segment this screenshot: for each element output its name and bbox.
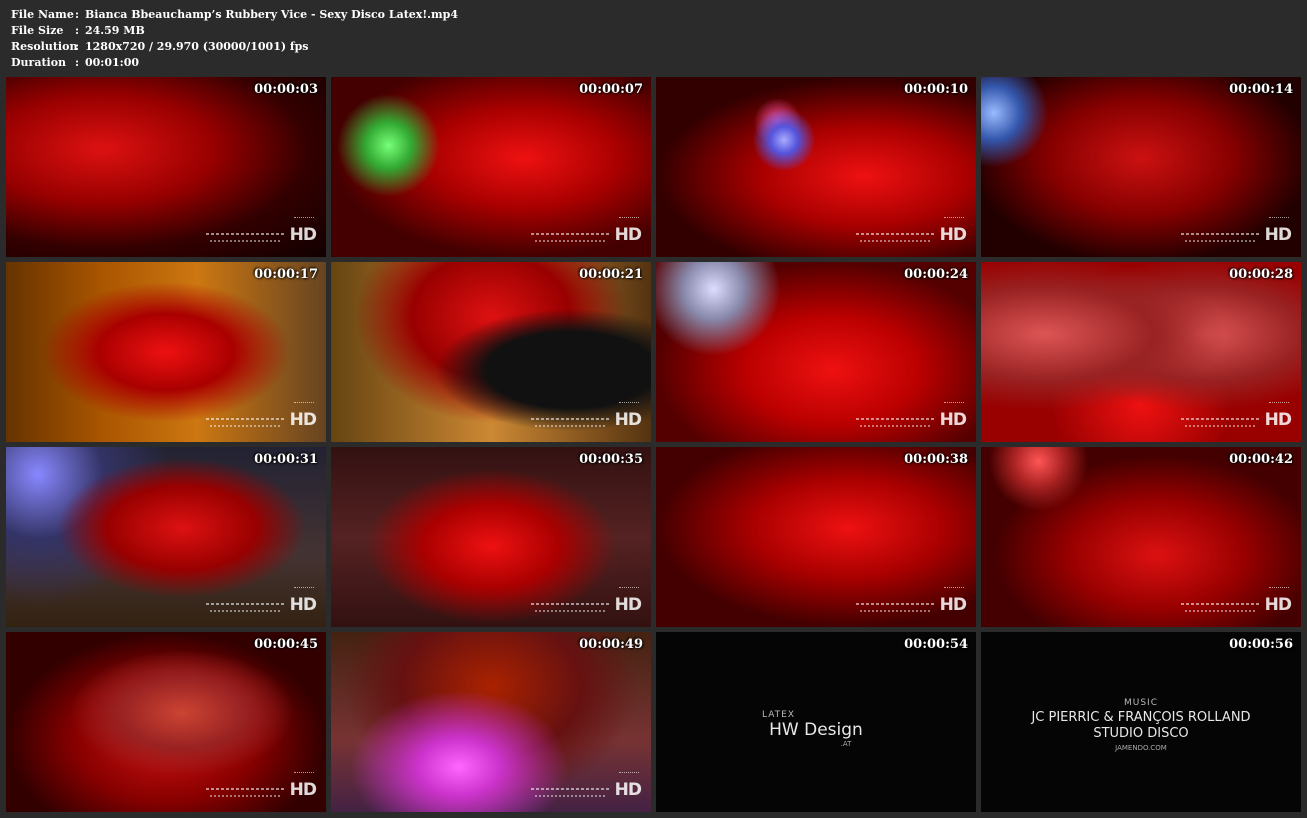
separator: : <box>75 24 80 37</box>
thumbnail[interactable]: 00:00:31 HD <box>6 447 326 627</box>
thumbnail[interactable]: 00:00:17 HD <box>6 262 326 442</box>
watermark-hd: HD <box>1264 225 1292 245</box>
file-size-row: File Size : 24.59 MB <box>11 23 458 39</box>
file-size-value: 24.59 MB <box>85 24 145 37</box>
watermark-hd: HD <box>289 225 317 245</box>
thumbnail-grid: 00:00:03 HD 00:00:07 HD 00:00:10 HD 00:0… <box>6 77 1301 812</box>
timestamp: 00:00:45 <box>254 637 318 652</box>
thumbnail[interactable]: 00:00:21 HD <box>331 262 651 442</box>
credit-design-domain: .AT <box>840 740 852 748</box>
watermark: HD <box>531 772 642 800</box>
timestamp: 00:00:28 <box>1229 267 1293 282</box>
watermark-hd: HD <box>614 225 642 245</box>
thumbnail[interactable]: 00:00:14 HD <box>981 77 1301 257</box>
thumbnail[interactable]: 00:00:42 HD <box>981 447 1301 627</box>
file-name-row: File Name : Bianca Bbeauchamp’s Rubbery … <box>11 7 458 23</box>
timestamp: 00:00:54 <box>904 637 968 652</box>
watermark: HD <box>206 772 317 800</box>
thumbnail[interactable]: 00:00:49 HD <box>331 632 651 812</box>
watermark: HD <box>531 217 642 245</box>
watermark: HD <box>206 402 317 430</box>
file-info-panel: File Name : Bianca Bbeauchamp’s Rubbery … <box>11 7 458 71</box>
timestamp: 00:00:07 <box>579 82 643 97</box>
thumbnail[interactable]: 00:00:03 HD <box>6 77 326 257</box>
thumbnail[interactable]: 00:00:24 HD <box>656 262 976 442</box>
thumbnail[interactable]: 00:00:38 HD <box>656 447 976 627</box>
watermark-hd: HD <box>614 595 642 615</box>
thumbnail[interactable]: 00:00:28 HD <box>981 262 1301 442</box>
credit-music-main: JC PIERRIC & FRANÇOIS ROLLAND <box>1031 710 1251 725</box>
watermark: HD <box>206 587 317 615</box>
separator: : <box>75 56 80 69</box>
watermark-hd: HD <box>939 225 967 245</box>
watermark: HD <box>531 587 642 615</box>
watermark-hd: HD <box>1264 595 1292 615</box>
timestamp: 00:00:56 <box>1229 637 1293 652</box>
duration-row: Duration : 00:01:00 <box>11 55 458 71</box>
file-name-label: File Name <box>11 8 74 21</box>
watermark-hd: HD <box>939 595 967 615</box>
credit-design-sub: LATEX <box>761 710 796 720</box>
resolution-value: 1280x720 / 29.970 (30000/1001) fps <box>85 40 309 53</box>
timestamp: 00:00:03 <box>254 82 318 97</box>
file-name-value: Bianca Bbeauchamp’s Rubbery Vice - Sexy … <box>85 8 458 21</box>
watermark-hd: HD <box>1264 410 1292 430</box>
credit-music-domain: JAMENDO.COM <box>1115 744 1167 752</box>
timestamp: 00:00:21 <box>579 267 643 282</box>
timestamp: 00:00:38 <box>904 452 968 467</box>
credit-music-sub: MUSIC <box>1123 698 1158 708</box>
watermark: HD <box>856 587 967 615</box>
thumbnail[interactable]: 00:00:07 HD <box>331 77 651 257</box>
timestamp: 00:00:10 <box>904 82 968 97</box>
thumbnail[interactable]: 00:00:56 MUSIC JC PIERRIC & FRANÇOIS ROL… <box>981 632 1301 812</box>
file-size-label: File Size <box>11 24 64 37</box>
timestamp: 00:00:49 <box>579 637 643 652</box>
watermark-hd: HD <box>289 595 317 615</box>
duration-value: 00:01:00 <box>85 56 140 69</box>
thumbnail[interactable]: 00:00:45 HD <box>6 632 326 812</box>
duration-label: Duration <box>11 56 67 69</box>
watermark: HD <box>1181 402 1292 430</box>
watermark: HD <box>531 402 642 430</box>
watermark-hd: HD <box>289 410 317 430</box>
watermark: HD <box>1181 587 1292 615</box>
watermark-hd: HD <box>939 410 967 430</box>
thumbnail[interactable]: 00:00:35 HD <box>331 447 651 627</box>
timestamp: 00:00:42 <box>1229 452 1293 467</box>
watermark: HD <box>856 402 967 430</box>
thumbnail[interactable]: 00:00:54 LATEX HW Design .AT <box>656 632 976 812</box>
watermark-hd: HD <box>614 410 642 430</box>
separator: : <box>75 8 80 21</box>
watermark: HD <box>856 217 967 245</box>
timestamp: 00:00:17 <box>254 267 318 282</box>
thumbnail[interactable]: 00:00:10 HD <box>656 77 976 257</box>
separator: : <box>75 40 80 53</box>
watermark: HD <box>206 217 317 245</box>
timestamp: 00:00:35 <box>579 452 643 467</box>
timestamp: 00:00:31 <box>254 452 318 467</box>
resolution-label: Resolution <box>11 40 78 53</box>
watermark-hd: HD <box>614 780 642 800</box>
watermark-hd: HD <box>289 780 317 800</box>
credit-music-studio: STUDIO DISCO <box>1093 726 1189 741</box>
timestamp: 00:00:24 <box>904 267 968 282</box>
watermark: HD <box>1181 217 1292 245</box>
resolution-row: Resolution : 1280x720 / 29.970 (30000/10… <box>11 39 458 55</box>
timestamp: 00:00:14 <box>1229 82 1293 97</box>
credit-design-main: HW Design <box>769 720 863 740</box>
